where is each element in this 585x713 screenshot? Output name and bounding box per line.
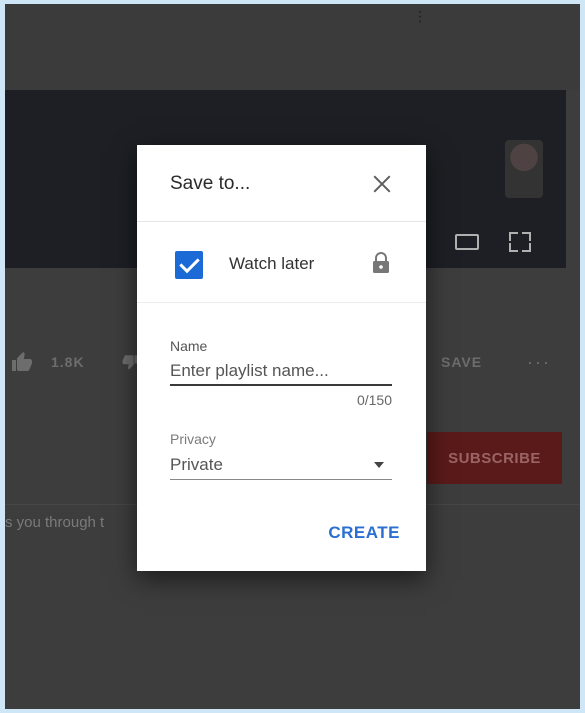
watch-later-checkbox[interactable] xyxy=(175,251,203,279)
caret-down-icon xyxy=(374,462,384,468)
privacy-label: Privacy xyxy=(170,431,216,447)
watch-later-label: Watch later xyxy=(229,254,315,273)
create-button[interactable]: CREATE xyxy=(310,515,400,551)
save-to-dialog: Save to... Watch later Name 0/150 Privac… xyxy=(137,145,426,571)
privacy-selected-value: Private xyxy=(170,455,223,474)
channel-thumbnail xyxy=(505,140,543,198)
lock-icon xyxy=(373,252,389,273)
subscribe-button: SUBSCRIBE xyxy=(427,432,562,484)
playlist-name-input[interactable] xyxy=(170,358,392,386)
video-description: s you through t xyxy=(5,514,105,531)
thumbs-up-icon xyxy=(12,352,32,371)
character-counter: 0/150 xyxy=(356,392,392,408)
fullscreen-icon xyxy=(509,232,531,252)
theater-mode-icon xyxy=(455,234,479,250)
playlist-item-watch-later[interactable]: Watch later xyxy=(137,222,426,303)
top-bar: ⋮ xyxy=(5,4,580,90)
dialog-title: Save to... xyxy=(170,173,251,194)
save-action-label: SAVE xyxy=(441,354,483,370)
fullscreen-corner xyxy=(509,243,518,252)
top-menu-icon: ⋮ xyxy=(413,8,428,24)
fullscreen-corner xyxy=(522,232,531,241)
close-icon[interactable] xyxy=(367,169,397,199)
privacy-dropdown[interactable]: Private xyxy=(170,451,392,480)
app-screen: ⋮ 1.8K SAVE ··· SUBSCRIBE s you through … xyxy=(5,4,580,709)
dialog-header: Save to... xyxy=(137,145,426,222)
like-count: 1.8K xyxy=(51,354,85,370)
more-actions-icon: ··· xyxy=(527,352,551,372)
name-label: Name xyxy=(170,338,208,354)
